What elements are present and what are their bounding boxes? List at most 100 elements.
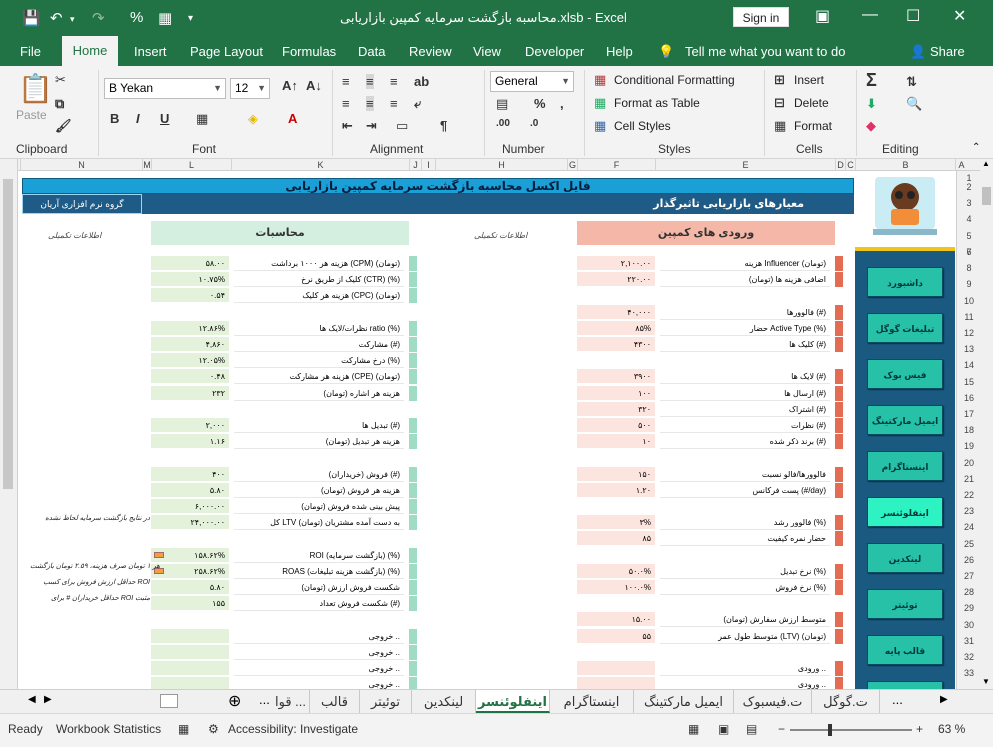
cell-styles-button[interactable]: Cell Styles <box>614 119 671 133</box>
format-as-table-button[interactable]: Format as Table <box>614 96 700 110</box>
calc-value[interactable]: ۲,۰۰۰ <box>151 418 229 433</box>
row-header[interactable]: 2 <box>957 182 981 192</box>
accessibility-icon[interactable]: ⚙ <box>208 722 219 736</box>
input-value[interactable]: ۳۹۰۰ <box>577 369 655 385</box>
column-header[interactable]: E <box>655 159 835 171</box>
calculator-icon[interactable]: ▦ <box>158 9 172 27</box>
row-header[interactable]: 17 <box>957 409 981 419</box>
find-select-icon[interactable]: 🔍 <box>906 96 922 112</box>
clear-icon[interactable]: ◆ <box>866 118 876 134</box>
row-header[interactable]: 33 <box>957 668 981 678</box>
calc-value[interactable] <box>151 628 229 644</box>
conditional-formatting-button[interactable]: Conditional Formatting <box>614 73 735 87</box>
column-header[interactable]: N <box>20 159 142 171</box>
bold-icon[interactable]: B <box>110 111 119 126</box>
ribbon-display-options-icon[interactable]: ▣ <box>815 6 830 26</box>
nav-button[interactable]: تبلیغات گوگل <box>867 313 943 343</box>
tab-view[interactable]: View <box>473 44 501 59</box>
align-center-icon[interactable]: ≡ <box>366 96 374 111</box>
maximize-icon[interactable]: ☐ <box>906 6 920 26</box>
calc-value[interactable]: ۱۰.۷۵% <box>151 272 229 288</box>
sheet-tab[interactable]: ت.گوگل <box>812 690 880 713</box>
copy-icon[interactable]: ⧉ <box>55 96 64 112</box>
font-name-combo[interactable]: B Yekan ▼ <box>104 78 226 99</box>
input-value[interactable] <box>577 661 655 676</box>
calc-value[interactable]: ۱۲.۸۶% <box>151 320 229 336</box>
nav-button[interactable]: قالب پایه <box>867 635 943 665</box>
tab-developer[interactable]: Developer <box>525 44 584 59</box>
align-top-icon[interactable]: ≡ <box>342 74 350 89</box>
row-header[interactable]: 3 <box>957 198 981 208</box>
fill-color-icon[interactable]: ◈ <box>248 111 258 127</box>
row-header[interactable]: 18 <box>957 425 981 435</box>
scroll-thumb[interactable] <box>3 179 13 489</box>
row-header[interactable]: 32 <box>957 652 981 662</box>
more-sheets-right-icon[interactable]: ... <box>892 692 903 707</box>
row-header[interactable]: 11 <box>957 312 981 322</box>
number-format-combo[interactable]: General ▼ <box>490 71 574 92</box>
zoom-slider-thumb[interactable] <box>828 724 832 736</box>
calc-value[interactable]: ۴,۸۶۰ <box>151 337 229 352</box>
zoom-slider[interactable] <box>790 724 912 736</box>
font-size-combo[interactable]: 12 ▼ <box>230 78 270 99</box>
save-icon[interactable]: 💾 <box>22 9 41 27</box>
tab-split-box[interactable] <box>160 694 178 708</box>
minimize-icon[interactable]: — <box>862 6 878 24</box>
autosum-icon[interactable]: Σ <box>866 70 877 91</box>
input-value[interactable]: ۱۰۰ <box>577 385 655 401</box>
cut-icon[interactable]: ✂ <box>55 72 66 88</box>
align-middle-icon[interactable]: ≡ <box>366 74 374 89</box>
row-header[interactable]: 7 <box>957 247 981 257</box>
input-value[interactable]: ۵۰.۰% <box>577 563 655 579</box>
share-icon[interactable]: 👤 <box>910 44 926 60</box>
new-sheet-icon[interactable]: ⊕ <box>228 691 241 711</box>
zoom-level[interactable]: 63 % <box>938 722 965 736</box>
sheet-tab[interactable]: قوا ... <box>272 690 310 713</box>
calc-value[interactable]: ۰.۴۸ <box>151 369 229 385</box>
row-header[interactable]: 20 <box>957 458 981 468</box>
input-value[interactable]: ۱.۲۰ <box>577 482 655 498</box>
undo-icon[interactable]: ↶ <box>50 9 63 27</box>
input-value[interactable]: ۳۲۰ <box>577 401 655 417</box>
row-header[interactable]: 12 <box>957 328 981 338</box>
tab-formulas[interactable]: Formulas <box>282 44 336 59</box>
page-layout-view-icon[interactable]: ▣ <box>718 722 729 736</box>
merge-center-icon[interactable]: ▭ <box>396 118 408 134</box>
accounting-icon[interactable]: ▤ <box>496 96 508 112</box>
normal-view-icon[interactable]: ▦ <box>688 722 699 736</box>
sheet-tab-active[interactable]: اینفلوئنسر <box>476 690 550 713</box>
calc-value[interactable]: ۴۰۰ <box>151 466 229 482</box>
nav-button[interactable]: لینکدین <box>867 543 943 573</box>
borders-icon[interactable]: ▦ <box>196 111 208 127</box>
input-value[interactable]: ۳% <box>577 515 655 531</box>
paste-icon[interactable]: 📋 <box>18 72 53 105</box>
decrease-indent-icon[interactable]: ⇤ <box>342 118 353 134</box>
decrease-decimal-icon[interactable]: .0 <box>530 118 538 129</box>
format-cells-button[interactable]: Format <box>794 119 832 133</box>
sheet-tab[interactable]: قالب <box>310 690 360 713</box>
close-icon[interactable]: ✕ <box>953 6 966 26</box>
customize-qat-icon[interactable]: ▾ <box>188 13 193 24</box>
column-header[interactable]: C <box>845 159 855 171</box>
input-value[interactable]: ۵۵ <box>577 628 655 644</box>
delete-cells-icon[interactable]: ⊟ <box>774 95 785 111</box>
collapse-ribbon-icon[interactable]: ⌃ <box>972 142 980 153</box>
sheet-tab[interactable]: اینستاگرام <box>550 690 634 713</box>
calc-value[interactable]: ۱.۱۶ <box>151 434 229 450</box>
input-value[interactable]: ۱۰ <box>577 434 655 450</box>
row-header[interactable]: 5 <box>957 231 981 241</box>
row-header[interactable]: 9 <box>957 279 981 289</box>
zoom-out-icon[interactable]: − <box>778 722 785 736</box>
calc-value[interactable]: ۲۳۲ <box>151 385 229 401</box>
sign-in-button[interactable]: Sign in <box>733 7 789 27</box>
row-header[interactable]: 22 <box>957 490 981 500</box>
column-header[interactable]: F <box>577 159 655 171</box>
input-value[interactable]: ۴۰,۰۰۰ <box>577 304 655 320</box>
calc-value[interactable]: ۵.۸۰ <box>151 482 229 498</box>
input-value[interactable]: ۱۵.۰۰ <box>577 612 655 628</box>
nav-button[interactable]: اینستاگرام <box>867 451 943 481</box>
underline-icon[interactable]: U <box>160 111 169 126</box>
input-value[interactable]: ۵۰۰ <box>577 418 655 433</box>
column-header[interactable]: B <box>855 159 955 171</box>
input-value[interactable]: ۲,۱۰۰.۰۰ <box>577 256 655 271</box>
